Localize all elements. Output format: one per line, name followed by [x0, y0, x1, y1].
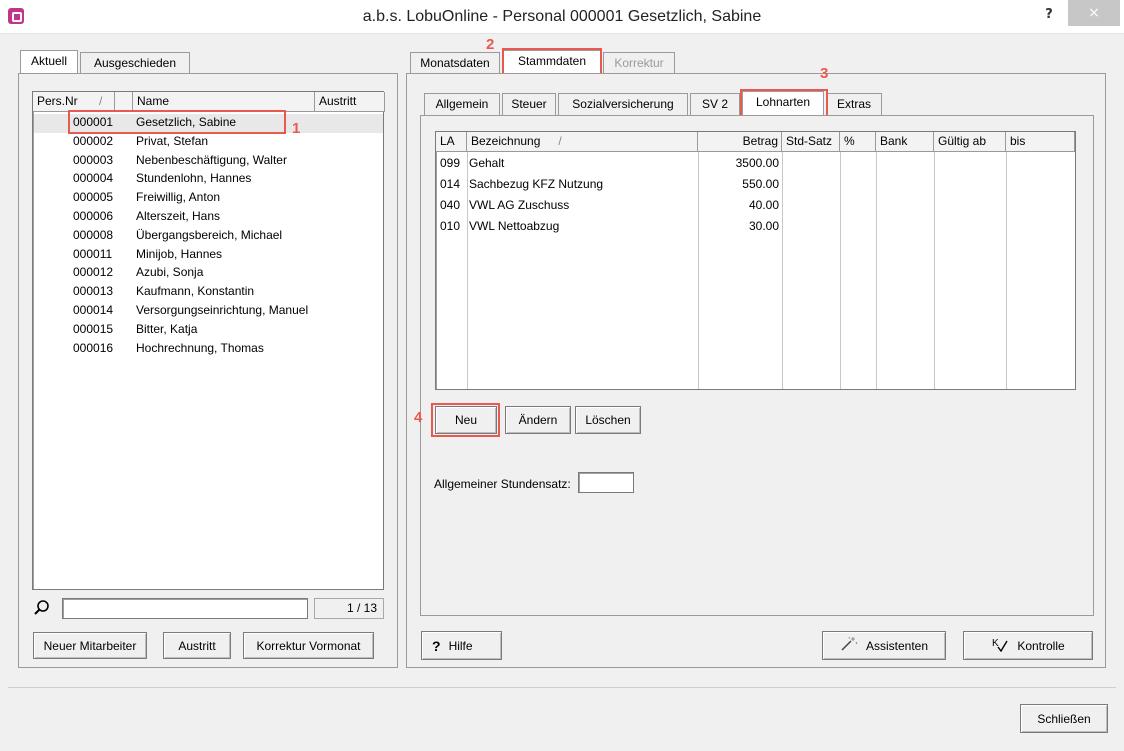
employee-name[interactable]: Nebenbeschäftigung, Walter — [136, 153, 287, 167]
wage-type-amount[interactable]: 3500.00 — [698, 156, 779, 170]
employee-name[interactable]: Privat, Stefan — [136, 134, 208, 148]
tab-allgemein[interactable]: Allgemein — [424, 93, 500, 115]
magic-wand-icon — [840, 636, 858, 655]
tab-sozialversicherung[interactable]: Sozialversicherung — [558, 93, 688, 115]
col-header-betrag[interactable]: Betrag — [698, 132, 782, 152]
employee-nr[interactable]: 000004 — [73, 171, 113, 185]
employee-nr[interactable]: 000006 — [73, 209, 113, 223]
delete-wage-type-button[interactable]: Löschen — [575, 406, 641, 434]
employee-name[interactable]: Stundenlohn, Hannes — [136, 171, 251, 185]
wage-type-description[interactable]: Gehalt — [469, 156, 504, 170]
col-header-spacer — [115, 92, 133, 112]
tab-extras[interactable]: Extras — [826, 93, 882, 115]
search-icon — [32, 598, 54, 618]
wage-type-code[interactable]: 040 — [440, 198, 460, 212]
employee-name[interactable]: Hochrechnung, Thomas — [136, 341, 264, 355]
employee-name[interactable]: Kaufmann, Konstantin — [136, 284, 254, 298]
col-header-la[interactable]: LA — [436, 132, 467, 152]
tab-ausgeschieden[interactable]: Ausgeschieden — [80, 52, 190, 74]
tab-korrektur[interactable]: Korrektur — [603, 52, 675, 74]
employee-nr[interactable]: 000005 — [73, 190, 113, 204]
wage-type-description[interactable]: VWL Nettoabzug — [469, 219, 559, 233]
new-wage-type-button[interactable]: Neu — [435, 406, 497, 434]
new-employee-button[interactable]: Neuer Mitarbeiter — [33, 632, 147, 659]
employee-name[interactable]: Übergangsbereich, Michael — [136, 228, 282, 242]
tab-sv2[interactable]: SV 2 — [690, 93, 740, 115]
col-header-name[interactable]: Name — [133, 92, 315, 112]
employee-nr[interactable]: 000014 — [73, 303, 113, 317]
question-icon: ? — [432, 637, 441, 654]
employee-nr[interactable]: 000001 — [73, 115, 113, 129]
record-count: 1 / 13 — [314, 598, 384, 619]
assistant-button[interactable]: Assistenten — [822, 631, 946, 660]
employee-name[interactable]: Versorgungseinrichtung, Manuel — [136, 303, 308, 317]
col-header-bis[interactable]: bis — [1006, 132, 1075, 152]
wage-type-code[interactable]: 010 — [440, 219, 460, 233]
col-header-std-satz[interactable]: Std-Satz — [782, 132, 840, 152]
employee-name[interactable]: Gesetzlich, Sabine — [136, 115, 236, 129]
employee-name[interactable]: Minijob, Hannes — [136, 247, 222, 261]
help-title-button[interactable]: ? — [1036, 4, 1062, 26]
employee-name[interactable]: Freiwillig, Anton — [136, 190, 220, 204]
edit-wage-type-button[interactable]: Ändern — [505, 406, 571, 434]
employee-name[interactable]: Bitter, Katja — [136, 322, 197, 336]
col-header-persnr[interactable]: Pers.Nr / — [33, 92, 115, 112]
wage-type-description[interactable]: Sachbezug KFZ Nutzung — [469, 177, 603, 191]
check-k-icon: K — [991, 636, 1009, 655]
search-input[interactable] — [62, 598, 308, 619]
employee-name[interactable]: Azubi, Sonja — [136, 265, 203, 279]
employee-nr[interactable]: 000012 — [73, 265, 113, 279]
annotation-1: 1 — [292, 120, 301, 137]
tab-stammdaten[interactable]: Stammdaten — [503, 50, 601, 74]
wage-types-table[interactable]: LA Bezeichnung / Betrag Std-Satz % Bank G… — [435, 131, 1076, 390]
correction-previous-month-button[interactable]: Korrektur Vormonat — [243, 632, 374, 659]
close-window-button[interactable]: × — [1068, 0, 1120, 26]
col-header-percent[interactable]: % — [840, 132, 876, 152]
employee-nr[interactable]: 000008 — [73, 228, 113, 242]
employee-nr[interactable]: 000015 — [73, 322, 113, 336]
control-button[interactable]: K Kontrolle — [963, 631, 1093, 660]
help-button[interactable]: ? Hilfe — [421, 631, 502, 660]
tab-steuer[interactable]: Steuer — [502, 93, 556, 115]
col-header-bank[interactable]: Bank — [876, 132, 934, 152]
hourly-rate-input[interactable] — [578, 472, 634, 493]
employee-name[interactable]: Alterszeit, Hans — [136, 209, 220, 223]
annotation-3: 3 — [820, 65, 829, 82]
employee-nr[interactable]: 000011 — [73, 247, 112, 261]
close-button[interactable]: Schließen — [1020, 704, 1108, 733]
wage-type-amount[interactable]: 40.00 — [698, 198, 779, 212]
title-bar: a.b.s. LobuOnline - Personal 000001 Gese… — [0, 0, 1124, 34]
col-header-gueltig-ab[interactable]: Gültig ab — [934, 132, 1006, 152]
wage-type-code[interactable]: 099 — [440, 156, 460, 170]
tab-lohnarten[interactable]: Lohnarten — [742, 91, 824, 115]
col-header-bezeichnung[interactable]: Bezeichnung / — [467, 132, 698, 152]
wage-type-amount[interactable]: 550.00 — [698, 177, 779, 191]
employee-nr[interactable]: 000013 — [73, 284, 113, 298]
tab-monatsdaten[interactable]: Monatsdaten — [410, 52, 500, 74]
exit-button[interactable]: Austritt — [163, 632, 231, 659]
employee-nr[interactable]: 000003 — [73, 153, 113, 167]
annotation-4: 4 — [414, 409, 423, 426]
employee-list[interactable]: Pers.Nr / Name Austritt 000001 Gesetzlich… — [32, 91, 385, 590]
col-header-austritt[interactable]: Austritt — [315, 92, 385, 112]
tab-aktuell[interactable]: Aktuell — [20, 50, 78, 74]
wage-type-amount[interactable]: 30.00 — [698, 219, 779, 233]
employee-nr[interactable]: 000016 — [73, 341, 113, 355]
wage-type-code[interactable]: 014 — [440, 177, 460, 191]
employee-nr[interactable]: 000002 — [73, 134, 113, 148]
window-title: a.b.s. LobuOnline - Personal 000001 Gese… — [362, 8, 762, 25]
annotation-2: 2 — [486, 36, 495, 53]
wage-type-description[interactable]: VWL AG Zuschuss — [469, 198, 569, 212]
hourly-rate-label: Allgemeiner Stundensatz: — [434, 477, 571, 491]
